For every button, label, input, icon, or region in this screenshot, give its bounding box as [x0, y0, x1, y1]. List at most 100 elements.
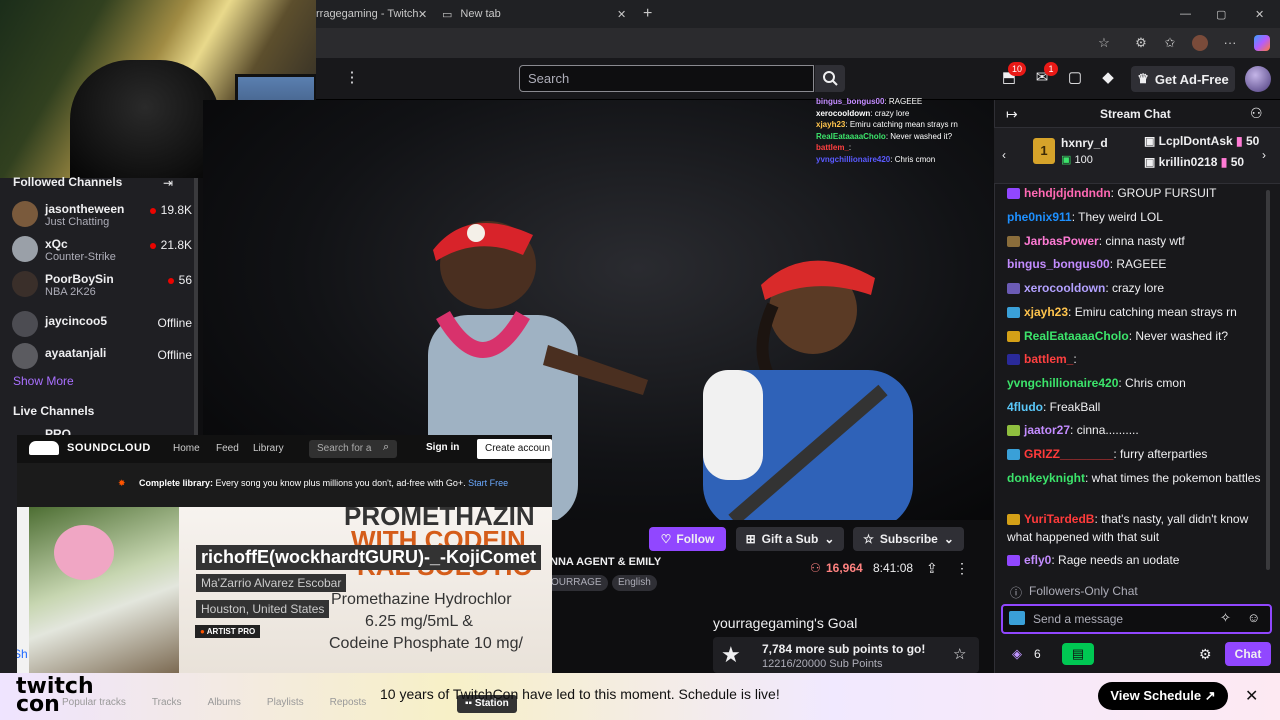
- chat-scrollbar[interactable]: [1266, 190, 1270, 570]
- stream-tag[interactable]: English: [612, 575, 657, 591]
- leaderboard-prev-icon[interactable]: ‹: [1002, 148, 1006, 162]
- sidebar-channel-jasontheween[interactable]: jasontheween Just Chatting 19.8K: [12, 199, 192, 231]
- chat-username[interactable]: xjayh23: [1024, 305, 1068, 319]
- sc-promo-link[interactable]: Start Free: [468, 478, 508, 488]
- user-avatar[interactable]: [1245, 66, 1271, 92]
- chat-badge-icon[interactable]: [1007, 307, 1020, 319]
- collapse-icon[interactable]: ⇥: [163, 176, 173, 190]
- sc-pro-icon: ●: [200, 627, 207, 636]
- video-chat-overlay: bingus_bongus00: RAGEEE xerocooldown: cra…: [816, 96, 994, 165]
- subscribe-button[interactable]: ☆ Subscribe ⌄: [853, 527, 964, 551]
- channel-name: PoorBoySin: [45, 272, 114, 286]
- more-menu-icon[interactable]: ⋮: [342, 68, 362, 88]
- sc-tab-popular-tracks[interactable]: Popular tracks: [62, 697, 126, 708]
- sidebar-channel-poorboysin[interactable]: PoorBoySin NBA 2K26 56: [12, 269, 192, 301]
- favorite-star-icon[interactable]: ☆: [1096, 35, 1112, 51]
- chat-badge-icon[interactable]: [1009, 611, 1025, 625]
- sc-nav-library[interactable]: Library: [253, 443, 284, 454]
- chat-text: :: [1073, 352, 1077, 366]
- chat-username[interactable]: efly0: [1024, 553, 1051, 567]
- chat-badge-icon[interactable]: [1007, 514, 1020, 526]
- chat-username[interactable]: battlem_: [1024, 352, 1073, 366]
- tab-new[interactable]: ▭ New tab: [442, 2, 612, 26]
- gifter-name[interactable]: hxnry_d: [1061, 136, 1108, 150]
- sidebar-channel-ayaatanjali[interactable]: ayaatanjali Offline: [12, 341, 192, 373]
- add-tab-icon[interactable]: +: [643, 2, 652, 26]
- tab-close-icon[interactable]: ✕: [418, 2, 427, 26]
- chat-badge-icon[interactable]: [1007, 236, 1020, 248]
- chat-username[interactable]: phe0nix911: [1007, 210, 1072, 224]
- chat-settings-icon[interactable]: ⚙: [1199, 646, 1212, 663]
- leaderboard-next-icon[interactable]: ›: [1262, 148, 1266, 162]
- chat-username[interactable]: bingus_bongus00: [1007, 257, 1110, 271]
- gift-sub-button[interactable]: ⊞ Gift a Sub ⌄: [736, 527, 844, 551]
- more-options-icon[interactable]: ⋮: [955, 560, 969, 577]
- extension-icon[interactable]: ⚙: [1133, 35, 1149, 51]
- channel-points-icon[interactable]: ◈: [1012, 646, 1022, 662]
- show-more-link[interactable]: Show More: [13, 374, 74, 388]
- chat-username[interactable]: donkeyknight: [1007, 471, 1085, 485]
- sc-tab-tracks[interactable]: Tracks: [152, 697, 182, 708]
- sc-tab-reposts[interactable]: Reposts: [330, 697, 367, 708]
- community-icon[interactable]: ⚇: [1250, 105, 1263, 122]
- chat-username[interactable]: RealEataaaaCholo: [1024, 329, 1129, 343]
- chat-badge-icon[interactable]: [1007, 449, 1020, 461]
- chat-username[interactable]: YuriTardedB: [1024, 512, 1094, 526]
- chat-badge-icon[interactable]: [1007, 331, 1020, 343]
- sc-nav-home[interactable]: Home: [173, 443, 200, 454]
- sc-nav-feed[interactable]: Feed: [216, 443, 239, 454]
- goal-star-outline-icon[interactable]: ☆: [953, 645, 966, 663]
- chat-username[interactable]: GRIZZ________: [1024, 447, 1113, 461]
- sidebar-channel-jaycincoo5[interactable]: jaycincoo5 Offline: [12, 309, 192, 341]
- chat-message-input[interactable]: Send a message: [1001, 604, 1272, 634]
- chat-username[interactable]: yvngchillionaire420: [1007, 376, 1118, 390]
- chat-username[interactable]: 4fludo: [1007, 400, 1043, 414]
- chat-username[interactable]: jaator27: [1024, 423, 1070, 437]
- search-input[interactable]: Search: [519, 65, 814, 92]
- gift-icon: ▣: [1061, 154, 1075, 166]
- sidebar-channel-xqc[interactable]: xQc Counter-Strike 21.8K: [12, 234, 192, 266]
- profile-icon[interactable]: [1192, 35, 1208, 51]
- chat-username[interactable]: hehdjdjdndndn: [1024, 186, 1111, 200]
- chat-badge-icon[interactable]: [1007, 425, 1020, 437]
- whispers-icon[interactable]: ▢: [1065, 68, 1085, 88]
- chat-badge-icon[interactable]: [1007, 354, 1020, 366]
- sub-goal-card: ★ 7,784 more sub points to go! 12216/200…: [713, 637, 979, 673]
- viewer-icon: ⚇: [810, 561, 821, 575]
- banner-close-icon[interactable]: ✕: [1245, 686, 1258, 706]
- chat-username[interactable]: JarbasPower: [1024, 234, 1099, 248]
- gifter-name[interactable]: krillin0218: [1159, 155, 1218, 169]
- chat-send-button[interactable]: Chat: [1225, 642, 1271, 666]
- chat-message: YuriTardedB: that's nasty, yall didn't k…: [1007, 511, 1269, 546]
- minimize-icon[interactable]: —: [1180, 2, 1191, 26]
- sc-tab-albums[interactable]: Albums: [208, 697, 241, 708]
- sc-create-account[interactable]: Create accoun: [477, 439, 552, 459]
- collapse-chat-icon[interactable]: ↦: [1006, 106, 1018, 123]
- copilot-icon[interactable]: [1254, 35, 1270, 51]
- stream-tag[interactable]: OURRAGE: [545, 575, 608, 591]
- follow-button[interactable]: ♡ Follow: [649, 527, 726, 551]
- gifter-name[interactable]: LcplDontAsk: [1159, 134, 1233, 148]
- get-ad-free-button[interactable]: ♛ Get Ad-Free: [1131, 66, 1235, 92]
- window-close-icon[interactable]: ✕: [1255, 2, 1264, 26]
- sc-tab-playlists[interactable]: Playlists: [267, 697, 304, 708]
- share-icon[interactable]: ⇪: [926, 560, 938, 577]
- sc-sign-in[interactable]: Sign in: [426, 442, 459, 453]
- tab-new-close-icon[interactable]: ✕: [617, 2, 626, 26]
- emote-icon[interactable]: ☺: [1247, 610, 1260, 625]
- chat-badge-icon[interactable]: [1007, 283, 1020, 295]
- search-button[interactable]: [815, 65, 845, 92]
- more-icon[interactable]: ···: [1222, 35, 1238, 51]
- maximize-icon[interactable]: ▢: [1216, 2, 1226, 26]
- overlay-chat-text: Emiru catching mean strays rn: [849, 120, 958, 129]
- sc-artist-name[interactable]: Ma'Zarrio Alvarez Escobar: [196, 574, 347, 592]
- bits-icon[interactable]: ◆: [1098, 68, 1118, 88]
- effects-icon[interactable]: ✧: [1220, 610, 1231, 626]
- chat-username[interactable]: xerocooldown: [1024, 281, 1105, 295]
- points-bonus-icon[interactable]: ▤: [1062, 643, 1094, 665]
- sc-search-icon[interactable]: ⌕: [383, 441, 389, 454]
- chat-badge-icon[interactable]: [1007, 555, 1020, 567]
- view-schedule-button[interactable]: View Schedule ↗: [1098, 682, 1228, 710]
- favorites-icon[interactable]: ✩: [1162, 35, 1178, 51]
- chat-badge-icon[interactable]: [1007, 188, 1020, 200]
